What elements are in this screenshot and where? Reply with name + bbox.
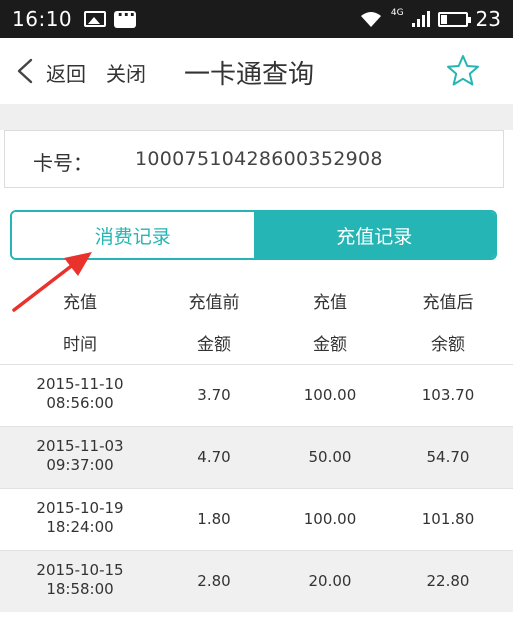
notification-icons — [84, 5, 137, 28]
recharge-records-table: 2015-11-10 08:56:00 3.70 100.00 103.70 2… — [0, 364, 513, 612]
cell-amount: 20.00 — [308, 572, 352, 590]
section-divider — [0, 104, 513, 130]
cell-after: 22.80 — [426, 572, 470, 590]
spacer — [0, 188, 513, 210]
header-after-line1: 充值后 — [422, 293, 474, 313]
network-type-label: 4G — [390, 8, 404, 18]
wifi-icon — [360, 12, 381, 27]
cell-amount: 50.00 — [308, 448, 352, 466]
battery-level: 23 — [475, 7, 501, 31]
header-before-line1: 充值前 — [188, 293, 240, 313]
table-row: 2015-10-19 18:24:00 1.80 100.00 101.80 — [0, 488, 513, 550]
back-chevron-icon[interactable] — [14, 58, 40, 84]
favorite-star-icon[interactable] — [446, 54, 480, 88]
cell-after: 54.70 — [426, 448, 470, 466]
battery-icon — [437, 11, 471, 27]
status-bar: 16:10 4G 23 — [0, 0, 513, 38]
header-time-line2: 时间 — [63, 335, 97, 355]
close-button[interactable]: 关闭 — [106, 58, 146, 87]
cell-before: 1.80 — [197, 510, 231, 528]
cell-before: 2.80 — [197, 572, 231, 590]
cell-date: 2015-11-10 — [36, 375, 124, 393]
cell-before: 4.70 — [197, 448, 231, 466]
message-notification-icon — [114, 5, 137, 28]
back-button[interactable]: 返回 — [46, 58, 86, 87]
status-indicators: 4G 23 — [359, 7, 501, 31]
cell-after: 101.80 — [421, 510, 475, 528]
cell-date: 2015-10-19 — [36, 499, 124, 517]
tab-consumption-records[interactable]: 消费记录 — [12, 212, 254, 258]
cell-time: 2015-10-19 18:24:00 — [16, 499, 144, 537]
cell-time: 2015-11-03 09:37:00 — [16, 437, 144, 475]
image-notification-icon — [84, 11, 107, 27]
card-number-label: 卡号： — [33, 151, 93, 175]
tab-recharge-records[interactable]: 充值记录 — [253, 212, 495, 258]
signal-icon — [411, 11, 430, 27]
record-tabs: 消费记录 充值记录 — [10, 210, 497, 260]
table-row: 2015-10-15 18:58:00 2.80 20.00 22.80 — [0, 550, 513, 612]
cell-after: 103.70 — [421, 386, 475, 404]
cell-before: 3.70 — [197, 386, 231, 404]
cell-clock: 08:56:00 — [46, 394, 114, 412]
header-after-line2: 余额 — [431, 335, 465, 355]
header-time-line1: 充值 — [63, 293, 97, 313]
table-row: 2015-11-10 08:56:00 3.70 100.00 103.70 — [0, 364, 513, 426]
cell-date: 2015-10-15 — [36, 561, 124, 579]
status-time: 16:10 — [12, 7, 73, 31]
header-before-line2: 金额 — [197, 335, 231, 355]
navigation-bar: 返回 关闭 一卡通查询 — [0, 38, 513, 104]
table-row: 2015-11-03 09:37:00 4.70 50.00 54.70 — [0, 426, 513, 488]
header-amount-line1: 充值 — [313, 293, 347, 313]
cell-time: 2015-10-15 18:58:00 — [16, 561, 144, 599]
card-number-value: 10007510428600352908 — [135, 148, 383, 170]
page-title: 一卡通查询 — [184, 60, 315, 90]
cell-amount: 100.00 — [303, 386, 357, 404]
cell-clock: 09:37:00 — [46, 456, 114, 474]
cell-clock: 18:24:00 — [46, 518, 114, 536]
cell-time: 2015-11-10 08:56:00 — [16, 375, 144, 413]
table-header: 充值 时间 充值前 金额 充值 金额 充值后 余额 — [0, 276, 513, 364]
cell-amount: 100.00 — [303, 510, 357, 528]
card-number-panel: 卡号： 10007510428600352908 — [4, 130, 504, 188]
header-amount-line2: 金额 — [313, 335, 347, 355]
cell-clock: 18:58:00 — [46, 580, 114, 598]
cell-date: 2015-11-03 — [36, 437, 124, 455]
